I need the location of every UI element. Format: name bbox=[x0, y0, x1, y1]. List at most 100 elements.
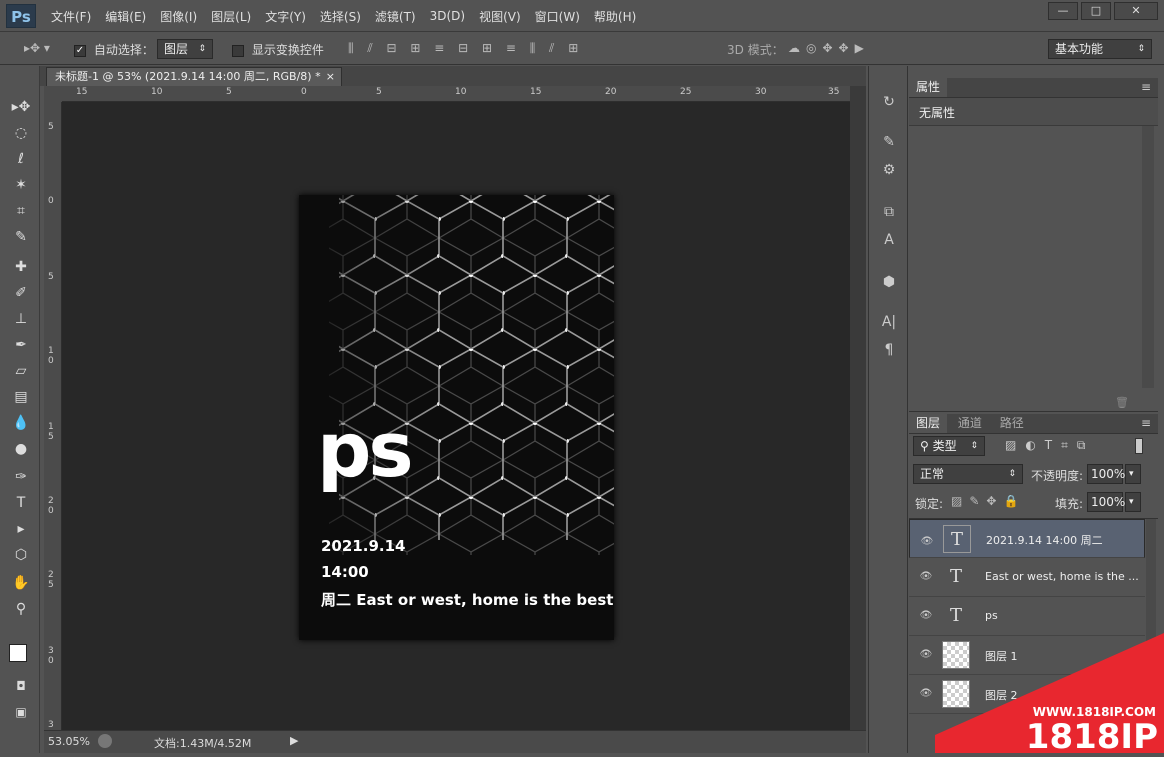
opacity-input[interactable]: 100% bbox=[1087, 464, 1125, 484]
auto-select-dropdown[interactable]: 图层 ⇕ bbox=[157, 39, 213, 59]
minimize-button[interactable]: — bbox=[1048, 2, 1078, 20]
brush-tool-icon[interactable]: ✐ bbox=[8, 282, 34, 304]
zoom-tool-icon[interactable]: ⚲ bbox=[8, 598, 34, 620]
marquee-tool-icon[interactable]: ◌ bbox=[8, 122, 34, 144]
menu-view[interactable]: 视图(V) bbox=[472, 8, 528, 25]
document-big-text: ps bbox=[317, 405, 414, 494]
menu-help[interactable]: 帮助(H) bbox=[587, 8, 643, 25]
eyedropper-icon[interactable]: ✎ bbox=[8, 226, 34, 248]
menu-layer[interactable]: 图层(L) bbox=[204, 8, 258, 25]
status-icon[interactable] bbox=[98, 734, 112, 748]
eraser-icon[interactable]: ▱ bbox=[8, 360, 34, 382]
clone-source-icon[interactable]: ⧉ bbox=[876, 200, 902, 224]
layer-name: 2021.9.14 14:00 周二 bbox=[986, 534, 1103, 547]
layer-name: 图层 1 bbox=[985, 650, 1018, 663]
tab-layers[interactable]: 图层 bbox=[909, 414, 948, 433]
crop-tool-icon[interactable]: ⌗ bbox=[8, 200, 34, 222]
lasso-tool-icon[interactable]: ℓ bbox=[8, 148, 34, 170]
maximize-button[interactable]: □ bbox=[1081, 2, 1111, 20]
checkbox-checked-icon[interactable]: ✓ bbox=[74, 44, 86, 57]
eye-icon[interactable]: 👁 bbox=[919, 649, 933, 661]
dropdown-arrow-icon: ⇕ bbox=[1137, 44, 1145, 54]
properties-scrollbar[interactable] bbox=[1142, 126, 1154, 388]
show-transform-label: 显示变换控件 bbox=[251, 43, 324, 57]
brush-panel-icon[interactable]: ✎ bbox=[876, 130, 902, 154]
menu-type[interactable]: 文字(Y) bbox=[258, 8, 313, 25]
character-styles-icon[interactable]: A bbox=[876, 228, 902, 252]
ruler-tick: 0 bbox=[48, 196, 54, 206]
close-button[interactable]: ✕ bbox=[1114, 2, 1158, 20]
move-tool-icon[interactable]: ▸✥ bbox=[8, 96, 34, 118]
hand-tool-icon[interactable]: ✋ bbox=[8, 572, 34, 594]
shape-tool-icon[interactable]: ⬡ bbox=[8, 544, 34, 566]
adjustments-icon[interactable]: ⚙ bbox=[876, 158, 902, 182]
workspace-dropdown[interactable]: 基本功能 ⇕ bbox=[1048, 39, 1152, 59]
eye-icon[interactable]: 👁 bbox=[919, 688, 933, 700]
layer-row[interactable]: 👁 T 2021.9.14 14:00 周二 bbox=[909, 519, 1145, 558]
healing-brush-icon[interactable]: ✚ bbox=[8, 256, 34, 278]
panel-menu-icon[interactable]: ≡ bbox=[1134, 78, 1158, 97]
history-panel-icon[interactable]: ↻ bbox=[876, 90, 902, 114]
checkbox-unchecked-icon[interactable] bbox=[232, 44, 244, 57]
opacity-label: 不透明度: bbox=[1031, 469, 1084, 483]
document-artboard[interactable]: ps 2021.9.14 14:00 周二 East or west, home… bbox=[299, 195, 614, 640]
vertical-scrollbar[interactable] bbox=[850, 86, 866, 730]
fill-dropdown-icon[interactable]: ▾ bbox=[1125, 492, 1141, 512]
status-menu-arrow-icon[interactable]: ▶ bbox=[290, 734, 298, 747]
screen-mode-icon[interactable]: ▣ bbox=[8, 701, 34, 723]
blur-tool-icon[interactable]: 💧 bbox=[8, 412, 34, 434]
stamp-tool-icon[interactable]: ⊥ bbox=[8, 308, 34, 330]
fill-input[interactable]: 100% bbox=[1087, 492, 1125, 512]
paragraph-panel-icon[interactable]: ¶ bbox=[876, 338, 902, 362]
menu-filter[interactable]: 滤镜(T) bbox=[368, 8, 423, 25]
zoom-level[interactable]: 53.05% bbox=[48, 735, 90, 748]
show-transform-checkbox[interactable]: 显示变换控件 bbox=[232, 41, 324, 58]
character-panel-icon[interactable]: A| bbox=[876, 310, 902, 334]
close-tab-icon[interactable]: × bbox=[326, 68, 335, 86]
ruler-tick: 10 bbox=[151, 87, 163, 97]
panel-icon-strip: ↻ ✎ ⚙ ⧉ A ⬢ A| ¶ bbox=[868, 66, 908, 753]
menu-file[interactable]: 文件(F) bbox=[44, 8, 98, 25]
dodge-tool-icon[interactable]: ● bbox=[8, 438, 34, 460]
layer-filter-icons[interactable]: ▨◐T⌗⧉ bbox=[1005, 438, 1094, 453]
menu-window[interactable]: 窗口(W) bbox=[528, 8, 587, 25]
type-tool-icon[interactable]: T bbox=[8, 492, 34, 514]
layer-row[interactable]: 👁 T ps bbox=[909, 597, 1145, 636]
layer-row[interactable]: 👁 T East or west, home is the ... bbox=[909, 558, 1145, 597]
blend-mode-dropdown[interactable]: 正常 ⇕ bbox=[913, 464, 1023, 484]
menu-3d[interactable]: 3D(D) bbox=[423, 9, 472, 23]
foreground-color-swatch[interactable] bbox=[9, 644, 27, 662]
eye-icon[interactable]: 👁 bbox=[919, 571, 933, 583]
path-select-icon[interactable]: ▸ bbox=[8, 518, 34, 540]
history-brush-icon[interactable]: ✒ bbox=[8, 334, 34, 356]
magic-wand-icon[interactable]: ✶ bbox=[8, 174, 34, 196]
horizontal-ruler[interactable]: 15 10 5 0 5 10 15 20 25 30 35 bbox=[62, 86, 850, 102]
gradient-tool-icon[interactable]: ▤ bbox=[8, 386, 34, 408]
tab-channels[interactable]: 通道 bbox=[951, 414, 989, 433]
layer-filter-dropdown[interactable]: ⚲ 类型 ⇕ bbox=[913, 436, 985, 456]
eye-icon[interactable]: 👁 bbox=[920, 533, 934, 547]
panel-menu-icon[interactable]: ≡ bbox=[1134, 414, 1158, 433]
move-tool-icon[interactable]: ▸✥ ▾ bbox=[24, 41, 50, 55]
lock-label: 锁定: bbox=[915, 497, 944, 511]
pen-tool-icon[interactable]: ✑ bbox=[8, 466, 34, 488]
tab-properties[interactable]: 属性 bbox=[909, 78, 948, 97]
quick-mask-icon[interactable]: ◘ bbox=[8, 675, 34, 697]
menu-image[interactable]: 图像(I) bbox=[153, 8, 204, 25]
3d-panel-icon[interactable]: ⬢ bbox=[876, 270, 902, 294]
menu-edit[interactable]: 编辑(E) bbox=[98, 8, 153, 25]
auto-select-checkbox[interactable]: ✓ 自动选择： bbox=[74, 41, 154, 58]
document-tab[interactable]: 未标题-1 @ 53% (2021.9.14 14:00 周二, RGB/8) … bbox=[46, 67, 342, 86]
tab-paths[interactable]: 路径 bbox=[993, 414, 1031, 433]
opacity-dropdown-icon[interactable]: ▾ bbox=[1125, 464, 1141, 484]
filter-toggle[interactable] bbox=[1135, 438, 1143, 454]
lock-icons[interactable]: ▨✎✥🔒 bbox=[951, 494, 1025, 508]
trash-icon[interactable]: 🗑 bbox=[1115, 396, 1129, 409]
eye-icon[interactable]: 👁 bbox=[919, 610, 933, 622]
ruler-tick: 3 0 bbox=[48, 646, 54, 666]
ruler-tick: 30 bbox=[755, 87, 767, 97]
3d-mode-icons[interactable]: ☁◎✥✥▶ bbox=[788, 41, 870, 55]
align-icons[interactable]: ⫼ ⫽ ⊟ ⊞ ≡ ⊟ ⊞ ≡ ⫼ ⫽ ⊞ bbox=[348, 41, 583, 56]
vertical-ruler[interactable]: 5 0 5 1 0 1 5 2 0 2 5 3 0 3 bbox=[44, 102, 62, 730]
menu-select[interactable]: 选择(S) bbox=[313, 8, 368, 25]
